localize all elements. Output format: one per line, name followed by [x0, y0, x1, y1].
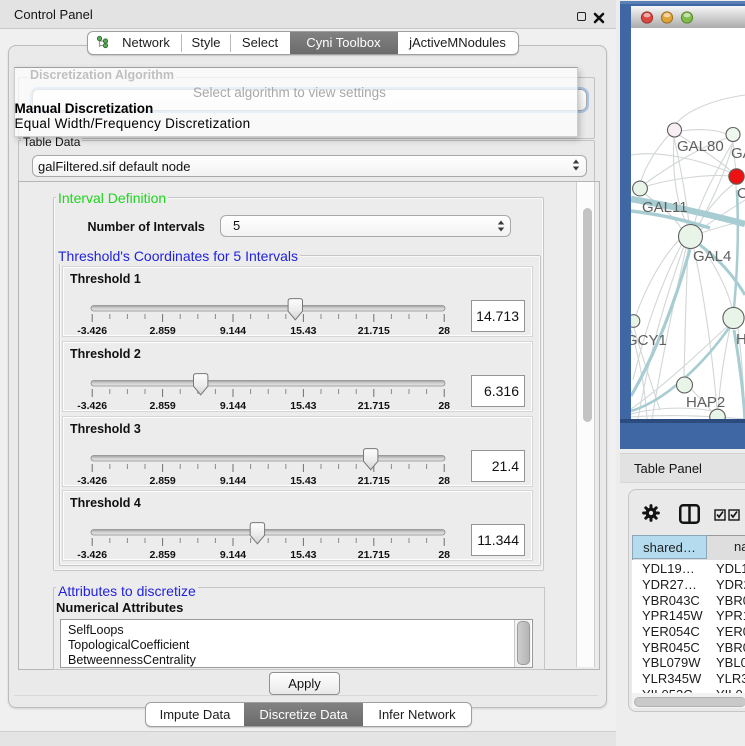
svg-text:2.859: 2.859	[149, 475, 175, 487]
svg-text:-3.426: -3.426	[77, 475, 107, 487]
svg-text:GCY1: GCY1	[631, 332, 667, 349]
svg-text:HA: HA	[736, 331, 745, 348]
svg-text:C: C	[737, 185, 745, 202]
svg-text:15.43: 15.43	[290, 549, 316, 561]
svg-text:15.43: 15.43	[290, 400, 316, 412]
svg-text:21.715: 21.715	[358, 325, 390, 337]
svg-text:28: 28	[438, 325, 450, 337]
svg-text:15.43: 15.43	[290, 325, 316, 337]
svg-text:28: 28	[438, 400, 450, 412]
svg-text:HAP2: HAP2	[686, 394, 725, 411]
svg-text:9.144: 9.144	[220, 549, 246, 561]
svg-text:28: 28	[438, 475, 450, 487]
svg-text:2.859: 2.859	[149, 325, 175, 337]
svg-text:-3.426: -3.426	[77, 549, 107, 561]
svg-text:9.144: 9.144	[220, 475, 246, 487]
svg-text:21.715: 21.715	[358, 400, 390, 412]
svg-text:GAL80: GAL80	[677, 138, 724, 155]
svg-text:21.715: 21.715	[358, 475, 390, 487]
svg-text:GA: GA	[731, 145, 745, 162]
svg-text:9.144: 9.144	[220, 325, 246, 337]
svg-text:2.859: 2.859	[149, 549, 175, 561]
svg-text:GAL11: GAL11	[642, 199, 688, 216]
svg-text:-3.426: -3.426	[77, 400, 107, 412]
svg-text:15.43: 15.43	[290, 475, 316, 487]
svg-text:9.144: 9.144	[220, 400, 246, 412]
svg-text:2.859: 2.859	[149, 400, 175, 412]
svg-text:GAL4: GAL4	[693, 248, 731, 265]
svg-text:-3.426: -3.426	[77, 325, 107, 337]
svg-text:21.715: 21.715	[358, 549, 390, 561]
svg-text:28: 28	[438, 549, 450, 561]
